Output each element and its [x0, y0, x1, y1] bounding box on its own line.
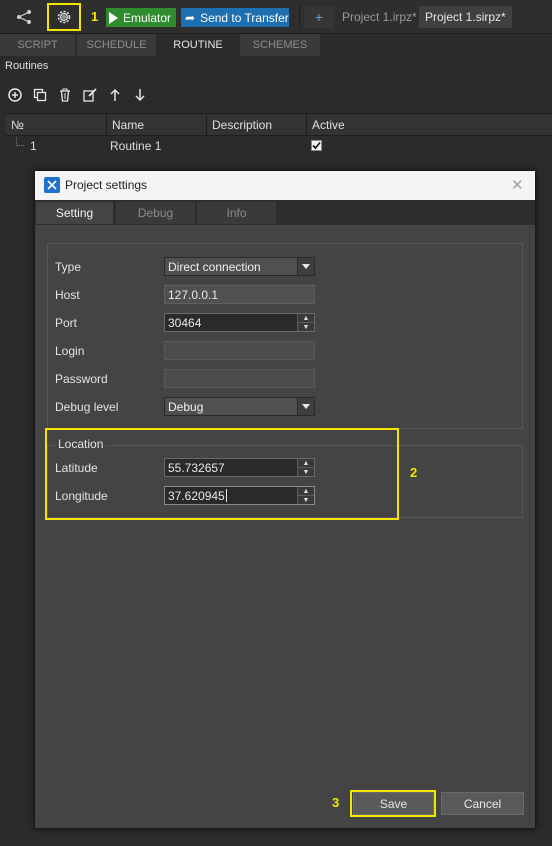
- column-active[interactable]: Active: [307, 114, 552, 135]
- port-spinbox[interactable]: 30464 ▲ ▼: [164, 313, 315, 332]
- host-field[interactable]: 127.0.0.1: [164, 285, 315, 304]
- emulator-label: Emulator: [123, 10, 172, 25]
- column-description[interactable]: Description: [207, 114, 307, 135]
- debug-level-select[interactable]: Debug: [164, 397, 315, 416]
- annotation-marker-3: 3: [332, 795, 340, 810]
- port-value: 30464: [168, 315, 202, 330]
- tab-schemes[interactable]: SCHEMES: [240, 34, 320, 56]
- debug-level-value: Debug: [168, 399, 204, 414]
- checkmark-icon: [312, 141, 321, 150]
- close-icon[interactable]: ✕: [511, 176, 524, 194]
- tab-script[interactable]: SCRIPT: [0, 34, 75, 56]
- send-label: Send to Transfer: [200, 10, 289, 25]
- send-to-transfer-button[interactable]: ➦ Send to Transfer: [181, 8, 289, 27]
- active-checkbox[interactable]: [311, 140, 322, 151]
- tab-routine[interactable]: ROUTINE: [158, 34, 238, 56]
- doc-tab-sirpz[interactable]: Project 1.sirpz*: [419, 6, 512, 28]
- password-field[interactable]: [164, 369, 315, 388]
- top-toolbar: 1 Emulator ➦ Send to Transfer + Project …: [0, 0, 552, 34]
- dialog-title: Project settings: [65, 178, 148, 192]
- tab-debug[interactable]: Debug: [116, 202, 195, 224]
- emulator-button[interactable]: Emulator: [106, 8, 176, 27]
- cancel-button[interactable]: Cancel: [441, 792, 524, 815]
- login-field[interactable]: [164, 341, 315, 360]
- type-label: Type: [55, 260, 82, 274]
- host-label: Host: [55, 288, 80, 302]
- column-name[interactable]: Name: [107, 114, 207, 135]
- play-icon: [109, 11, 118, 24]
- type-select[interactable]: Direct connection: [164, 257, 315, 276]
- type-value: Direct connection: [168, 259, 261, 274]
- column-number[interactable]: №: [6, 114, 107, 135]
- location-highlight-box: [45, 428, 399, 520]
- row-number: 1: [30, 139, 37, 153]
- host-value: 127.0.0.1: [168, 287, 219, 302]
- login-label: Login: [55, 344, 85, 358]
- tab-schedule[interactable]: SCHEDULE: [77, 34, 156, 56]
- delete-icon[interactable]: [56, 86, 74, 104]
- port-spin-buttons: ▲ ▼: [297, 314, 314, 331]
- chevron-down-icon[interactable]: [297, 398, 314, 415]
- edit-icon[interactable]: [81, 86, 99, 104]
- table-row[interactable]: 1 Routine 1: [6, 137, 552, 155]
- debug-level-label: Debug level: [55, 400, 119, 414]
- settings-gear-icon[interactable]: [47, 3, 81, 31]
- tab-info[interactable]: Info: [197, 202, 276, 224]
- annotation-marker-2: 2: [410, 465, 418, 480]
- move-up-icon[interactable]: [106, 86, 124, 104]
- move-down-icon[interactable]: [131, 86, 149, 104]
- chevron-down-icon[interactable]: [297, 258, 314, 275]
- add-icon[interactable]: [6, 86, 24, 104]
- tab-setting[interactable]: Setting: [36, 202, 113, 224]
- port-label: Port: [55, 316, 78, 330]
- toolbar-divider: [299, 4, 300, 30]
- doc-tab-irpz[interactable]: Project 1.irpz*: [336, 6, 423, 28]
- spin-up-icon[interactable]: ▲: [297, 314, 314, 322]
- routines-title: Routines: [5, 60, 49, 72]
- spin-down-icon[interactable]: ▼: [297, 322, 314, 331]
- annotation-marker-1: 1: [91, 9, 99, 24]
- share-icon[interactable]: [10, 5, 38, 29]
- tools-icon: [44, 177, 60, 193]
- new-tab-button[interactable]: +: [304, 6, 334, 28]
- row-name: Routine 1: [110, 139, 162, 153]
- routines-table-header: № Name Description Active: [6, 113, 552, 136]
- copy-icon[interactable]: [31, 86, 49, 104]
- dialog-titlebar[interactable]: Project settings ✕: [35, 171, 535, 200]
- tree-line: [16, 137, 24, 146]
- password-label: Password: [55, 372, 108, 386]
- save-highlight-box: [350, 790, 436, 817]
- forward-arrow-icon: ➦: [185, 10, 196, 25]
